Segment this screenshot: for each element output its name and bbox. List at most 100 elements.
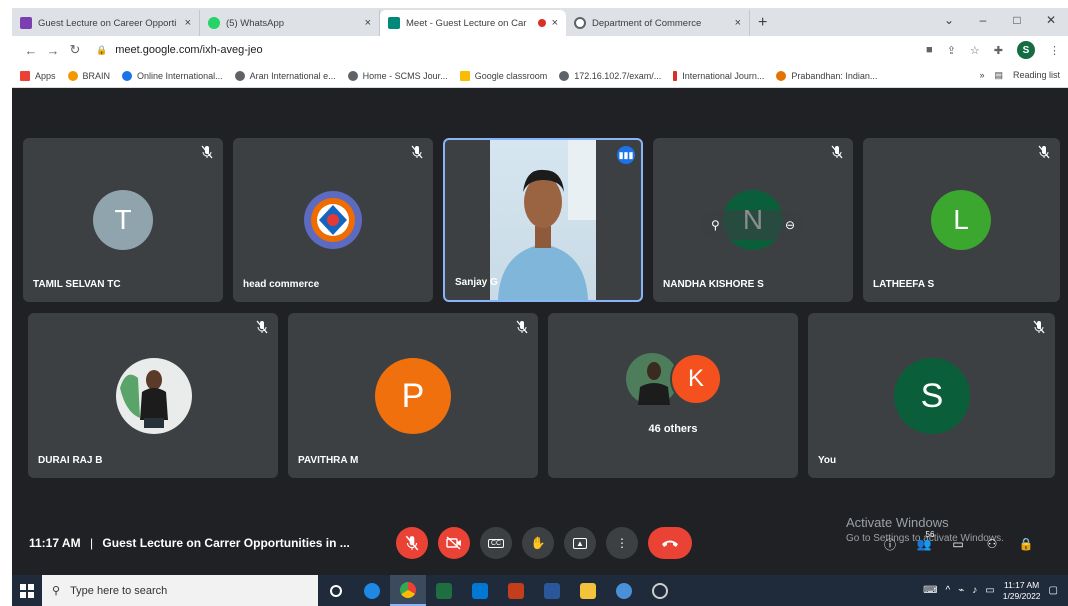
minimize-button[interactable]: – (966, 13, 1000, 27)
excel-icon (436, 582, 452, 599)
tab-meet[interactable]: Meet - Guest Lecture on Car × (380, 10, 566, 36)
host-controls-icon[interactable]: 🔒 (1018, 536, 1034, 552)
participant-tile[interactable]: DURAI RAJ B (28, 313, 278, 478)
file-explorer-button[interactable] (570, 575, 606, 606)
app-button[interactable] (606, 575, 642, 606)
menu-icon[interactable]: ⋮ (1049, 44, 1060, 57)
taskbar-search[interactable]: ⚲ Type here to search (42, 575, 318, 606)
bookmark-icon (776, 70, 787, 81)
tab-department[interactable]: Department of Commerce × (566, 10, 750, 36)
participant-tile-active-speaker[interactable]: ▮▮▮ Sanjay G (443, 138, 643, 302)
word-button[interactable] (534, 575, 570, 606)
participant-tile[interactable]: P PAVITHRA M (288, 313, 538, 478)
meet-icon (388, 17, 400, 29)
people-icon[interactable]: 👥 56 (916, 530, 935, 552)
mic-off-icon (831, 145, 843, 159)
share-icon[interactable]: ⇪ (947, 44, 956, 57)
raise-hand-button[interactable]: ✋ (522, 527, 554, 559)
address-bar: ← → ↻ 🔒 meet.google.com/ixh-aveg-jeo ■ ⇪… (12, 36, 1068, 64)
network-icon[interactable]: ⌁ (958, 585, 964, 596)
present-button[interactable]: ▲ (564, 527, 596, 559)
profile-photo (116, 358, 192, 434)
close-tab-icon[interactable]: × (735, 17, 741, 29)
bookmark-icon (122, 70, 133, 81)
close-window-button[interactable]: ✕ (1034, 13, 1068, 27)
more-bookmarks-button[interactable]: » (979, 70, 984, 81)
maximize-button[interactable]: □ (1000, 13, 1034, 27)
extensions-icon[interactable]: ✚ (994, 44, 1003, 57)
participant-tile[interactable]: T TAMIL SELVAN TC (23, 138, 223, 302)
close-tab-icon[interactable]: × (552, 17, 558, 29)
mic-toggle-button[interactable] (396, 527, 428, 559)
battery-icon[interactable]: ▭ (985, 585, 994, 596)
toolbar-icons: ■ ⇪ ☆ ✚ S ⋮ (926, 41, 1060, 59)
avatar: L (931, 190, 991, 250)
participant-tile[interactable]: head commerce (233, 138, 433, 302)
video-feed (490, 140, 596, 300)
cortana-button[interactable] (318, 575, 354, 606)
bookmark-international-journal[interactable]: International Journ... (673, 70, 764, 81)
bookmark-aran[interactable]: Aran International e... (234, 70, 336, 81)
back-icon[interactable]: ← (20, 43, 42, 58)
reload-icon[interactable]: ↻ (64, 42, 86, 58)
others-tile[interactable]: K 46 others (548, 313, 798, 478)
excel-button[interactable] (426, 575, 462, 606)
tab-search-button[interactable]: ⌄ (932, 13, 966, 27)
leave-call-button[interactable] (648, 527, 692, 559)
close-tab-icon[interactable]: × (365, 17, 371, 29)
app-button[interactable] (642, 575, 678, 606)
bookmark-exam[interactable]: 172.16.102.7/exam/... (559, 70, 661, 81)
self-tile[interactable]: S You (808, 313, 1055, 478)
mic-off-icon (405, 535, 419, 551)
profile-avatar[interactable]: S (1017, 41, 1035, 59)
activities-icon[interactable]: ⚇ (984, 536, 1000, 552)
chat-icon[interactable]: ▭ (950, 536, 966, 552)
star-icon[interactable]: ☆ (970, 44, 980, 57)
remove-icon[interactable]: ⊖ (785, 218, 795, 232)
keyboard-icon[interactable]: ⌨ (923, 585, 937, 596)
tab-whatsapp[interactable]: (5) WhatsApp × (200, 10, 380, 36)
reading-list-button[interactable]: Reading list (1013, 70, 1060, 81)
people-count: 56 (925, 529, 935, 539)
chrome-button[interactable] (390, 575, 426, 606)
start-button[interactable] (12, 575, 42, 606)
meeting-time: 11:17 AM (29, 536, 81, 550)
more-options-button[interactable]: ⋮ (606, 527, 638, 559)
chevron-up-icon[interactable]: ^ (946, 585, 951, 596)
info-icon[interactable]: ⓘ (882, 536, 898, 552)
speaking-indicator-icon: ▮▮▮ (617, 146, 635, 164)
whatsapp-icon (208, 17, 220, 29)
globe-icon (347, 70, 358, 81)
edge-button[interactable] (354, 575, 390, 606)
powerpoint-button[interactable] (498, 575, 534, 606)
close-tab-icon[interactable]: × (185, 17, 191, 29)
meeting-title[interactable]: Guest Lecture on Carrer Opportunities in… (102, 536, 349, 550)
bookmark-online-international[interactable]: Online International... (122, 70, 223, 81)
meeting-tools: ⓘ 👥 56 ▭ ⚇ 🔒 (882, 530, 1034, 552)
captions-button[interactable]: CC (480, 527, 512, 559)
participant-tile[interactable]: L LATHEEFA S (863, 138, 1060, 302)
camera-toggle-button[interactable] (438, 527, 470, 559)
participant-tile[interactable]: N ⚲ ⊖ NANDHA KISHORE S (653, 138, 853, 302)
bookmark-prabandhan[interactable]: Prabandhan: Indian... (776, 70, 877, 81)
new-tab-button[interactable]: + (758, 14, 767, 32)
forward-icon[interactable]: → (42, 43, 64, 58)
volume-icon[interactable]: ♪ (972, 585, 977, 596)
mic-off-icon (1033, 320, 1045, 334)
tab-guest-lecture[interactable]: Guest Lecture on Career Opporti × (12, 10, 200, 36)
participant-name: TAMIL SELVAN TC (33, 279, 121, 290)
hand-icon: ✋ (530, 536, 546, 550)
bookmark-classroom[interactable]: Google classroom (459, 70, 547, 81)
notification-icon[interactable]: ▢ (1049, 585, 1058, 596)
bookmark-scms[interactable]: Home - SCMS Jour... (347, 70, 448, 81)
tab-bar: Guest Lecture on Career Opporti × (5) Wh… (12, 8, 1068, 36)
pin-icon[interactable]: ⚲ (711, 218, 720, 232)
camera-icon[interactable]: ■ (926, 44, 933, 56)
clock[interactable]: 11:17 AM 1/29/2022 (1003, 580, 1041, 600)
present-icon: ▲ (573, 537, 587, 549)
url-field[interactable]: 🔒 meet.google.com/ixh-aveg-jeo (96, 44, 926, 56)
store-button[interactable] (462, 575, 498, 606)
bookmark-apps[interactable]: Apps (20, 70, 56, 81)
bookmark-brain[interactable]: BRAIN (67, 70, 110, 81)
window-controls: ⌄ – □ ✕ (932, 8, 1068, 32)
